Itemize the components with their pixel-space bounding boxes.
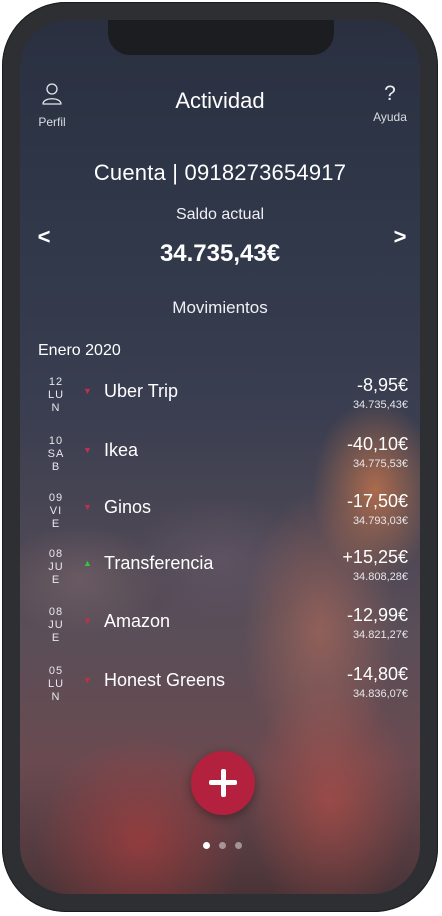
- movement-merchant: Ginos: [104, 497, 152, 517]
- movement-amount: -40,10€: [346, 434, 408, 454]
- down-arrow-icon: ▼: [83, 386, 92, 396]
- page-dot[interactable]: [219, 842, 226, 849]
- help-button[interactable]: ? Ayuda: [364, 82, 416, 124]
- down-arrow-icon: ▼: [83, 445, 92, 455]
- movement-date: 05 LU N: [47, 665, 65, 703]
- movement-row[interactable]: 05 LU N ▼ Honest Greens -14,80€ 34.836,07€: [20, 664, 420, 717]
- balance-label: Saldo actual: [175, 206, 265, 223]
- phone-frame: Perfil Actividad ? Ayuda Cuenta | 091827…: [2, 2, 438, 912]
- down-arrow-icon: ▼: [83, 675, 92, 685]
- movement-row[interactable]: 09 VI E ▼ Ginos -17,50€ 34.793,03€: [20, 491, 420, 544]
- movement-amount: -8,95€: [356, 375, 408, 395]
- movement-amount: -12,99€: [346, 605, 408, 625]
- movement-date: 08 JU E: [48, 548, 64, 586]
- movement-date: 12 LU N: [47, 376, 65, 414]
- movement-merchant: Uber Trip: [104, 381, 179, 401]
- movement-amount: -17,50€: [346, 491, 408, 511]
- up-arrow-icon: ▲: [83, 558, 92, 568]
- down-arrow-icon: ▼: [83, 502, 92, 512]
- movement-balance: 34.735,43€: [352, 399, 408, 411]
- movement-amount: -14,80€: [346, 664, 408, 684]
- movement-date: 09 VI E: [48, 492, 64, 530]
- movement-row[interactable]: 08 JU E ▲ Transferencia +15,25€ 34.808,28€: [20, 547, 420, 600]
- month-label: Enero 2020: [38, 342, 121, 359]
- page-dot-active[interactable]: [203, 842, 210, 849]
- profile-label: Perfil: [38, 115, 66, 129]
- add-button[interactable]: [191, 751, 255, 815]
- movement-balance: 34.836,07€: [352, 688, 408, 700]
- movement-merchant: Honest Greens: [104, 670, 226, 690]
- movements-title: Movimientos: [172, 298, 268, 317]
- page-dot[interactable]: [235, 842, 242, 849]
- movement-amount: +15,25€: [342, 547, 408, 567]
- account-number: Cuenta | 0918273654917: [93, 160, 347, 185]
- movement-date: 10 SA B: [47, 435, 65, 473]
- down-arrow-icon: ▼: [83, 616, 92, 626]
- movement-merchant: Ikea: [104, 440, 139, 460]
- current-balance: 34.735,43€: [159, 240, 281, 267]
- movement-row[interactable]: 10 SA B ▼ Ikea -40,10€ 34.775,53€: [20, 434, 420, 487]
- help-label: Ayuda: [373, 110, 407, 124]
- movement-merchant: Amazon: [104, 611, 171, 631]
- movement-row[interactable]: 08 JU E ▼ Amazon -12,99€ 34.821,27€: [20, 605, 420, 658]
- movement-balance: 34.793,03€: [352, 515, 408, 527]
- movement-balance: 34.821,27€: [352, 629, 408, 641]
- movement-balance: 34.808,28€: [352, 571, 408, 583]
- app-screen: Perfil Actividad ? Ayuda Cuenta | 091827…: [20, 20, 420, 894]
- movement-merchant: Transferencia: [104, 553, 214, 573]
- help-icon: ?: [384, 82, 396, 105]
- movement-date: 08 JU E: [48, 606, 64, 644]
- page-title: Actividad: [175, 88, 265, 113]
- phone-notch: [108, 20, 334, 55]
- movement-row[interactable]: 12 LU N ▼ Uber Trip -8,95€ 34.735,43€: [20, 375, 420, 428]
- movement-balance: 34.775,53€: [352, 458, 408, 470]
